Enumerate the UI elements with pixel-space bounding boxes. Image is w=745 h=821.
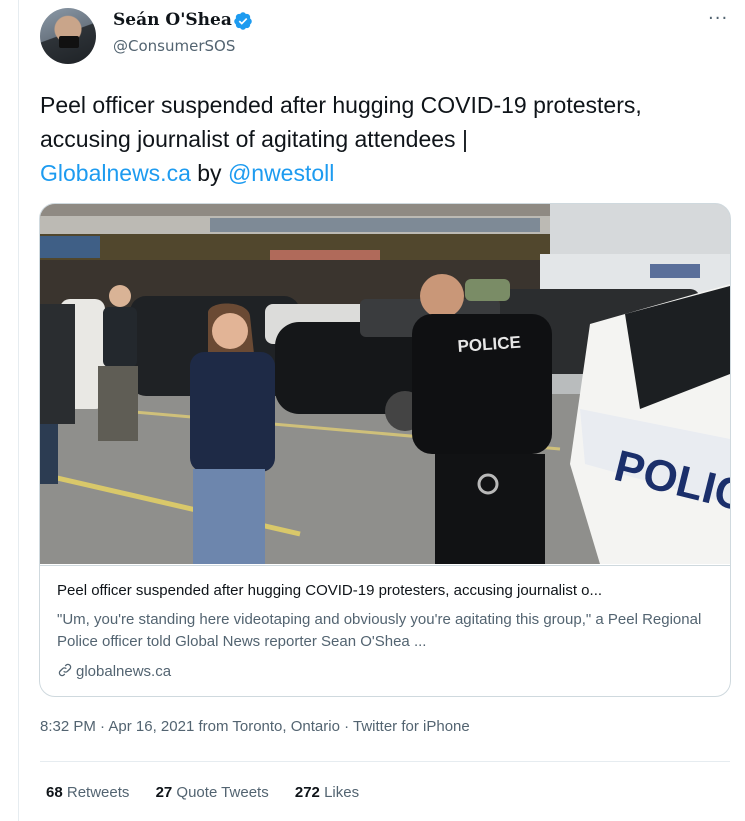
tweet-stats: 68 Retweets 27 Quote Tweets 272 Likes [46, 784, 381, 801]
likes-count: 272 [294, 784, 320, 801]
tweet-by: by [197, 160, 222, 186]
tweet-date[interactable]: Apr 16, 2021 [108, 718, 194, 735]
card-body[interactable]: Peel officer suspended after hugging COV… [40, 565, 730, 696]
tweet-body: Peel officer suspended after hugging COV… [40, 92, 642, 152]
timeline-border [18, 0, 19, 821]
likes-label: Likes [324, 784, 360, 801]
tweet-text: Peel officer suspended after hugging COV… [40, 88, 730, 190]
tweet-link[interactable]: Globalnews.ca [40, 160, 191, 186]
retweets-count: 68 [46, 784, 63, 801]
card-image[interactable]: POLICE POLICE [40, 204, 730, 564]
card-domain-label: globalnews.ca [76, 663, 172, 680]
tweet-time[interactable]: 8:32 PM [40, 718, 96, 735]
meta-separator-2: · [344, 718, 350, 735]
quote-tweets-stat[interactable]: 27 Quote Tweets [156, 784, 269, 801]
card-description: "Um, you're standing here videotaping an… [57, 611, 702, 650]
quote-count: 27 [155, 784, 173, 801]
link-card[interactable]: POLICE POLICE Peel officer suspended aft… [39, 203, 731, 697]
avatar[interactable] [40, 8, 96, 64]
likes-stat[interactable]: 272 Likes [295, 784, 359, 801]
retweets-label: Retweets [66, 784, 130, 801]
more-options-icon[interactable]: ··· [708, 8, 728, 29]
verified-badge-icon [234, 12, 252, 30]
retweets-stat[interactable]: 68 Retweets [46, 784, 129, 801]
author-name[interactable]: Seán O'Shea [113, 10, 232, 30]
card-title[interactable]: Peel officer suspended after hugging COV… [57, 582, 717, 599]
tweet-location: from Toronto, Ontario [198, 718, 340, 735]
tweet-meta: 8:32 PM · Apr 16, 2021 from Toronto, Ont… [40, 718, 470, 735]
link-icon [58, 663, 72, 677]
meta-separator: · [100, 718, 106, 735]
card-domain[interactable]: globalnews.ca [57, 662, 171, 680]
quote-label: Quote Tweets [176, 784, 269, 801]
author-handle[interactable]: @ConsumerSOS [113, 37, 235, 55]
tweet-client[interactable]: Twitter for iPhone [353, 718, 470, 735]
tweet-mention[interactable]: @nwestoll [228, 160, 334, 186]
divider [40, 761, 730, 762]
